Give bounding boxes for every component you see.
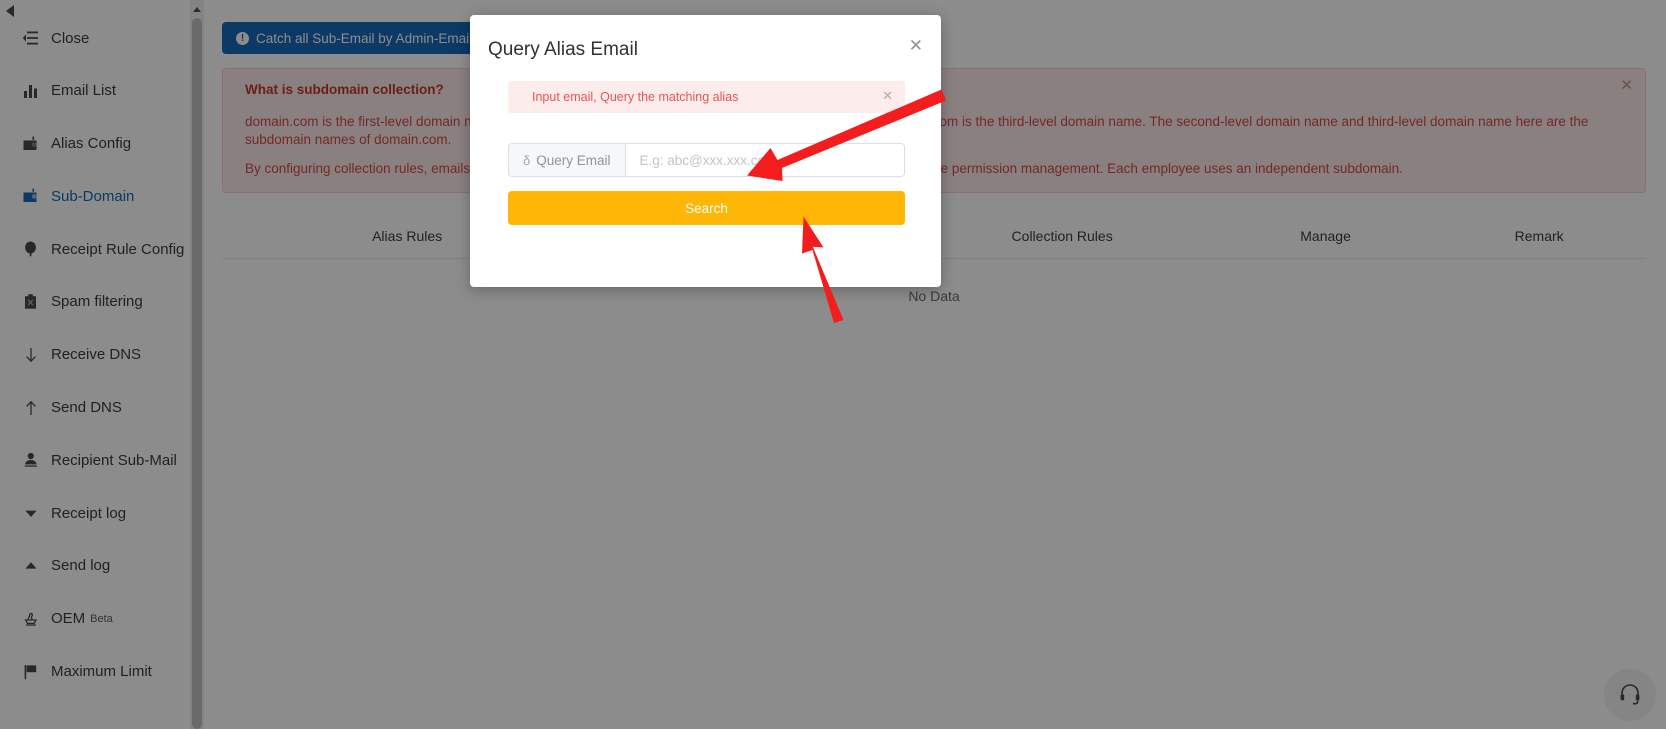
query-email-input-group: δ Query Email <box>508 143 905 177</box>
mail-glyph-icon: δ <box>523 152 531 168</box>
app-root: Close Email List Alias Config Sub-Domain <box>0 0 1666 729</box>
close-icon[interactable]: ✕ <box>909 37 923 54</box>
dialog-alert: Input email, Query the matching alias ✕ <box>508 81 905 113</box>
dialog-title: Query Alias Email <box>488 39 638 60</box>
query-email-prepend: δ Query Email <box>509 144 626 176</box>
dialog-alert-text: Input email, Query the matching alias <box>532 90 739 104</box>
dialog-header: Query Alias Email ✕ <box>470 15 941 61</box>
query-email-input[interactable] <box>625 144 904 176</box>
query-alias-email-dialog: Query Alias Email ✕ Input email, Query t… <box>470 15 941 287</box>
query-email-prepend-label: Query Email <box>536 152 611 168</box>
dialog-body: Input email, Query the matching alias ✕ … <box>470 61 941 225</box>
search-button[interactable]: Search <box>508 191 905 225</box>
close-icon[interactable]: ✕ <box>882 89 893 102</box>
